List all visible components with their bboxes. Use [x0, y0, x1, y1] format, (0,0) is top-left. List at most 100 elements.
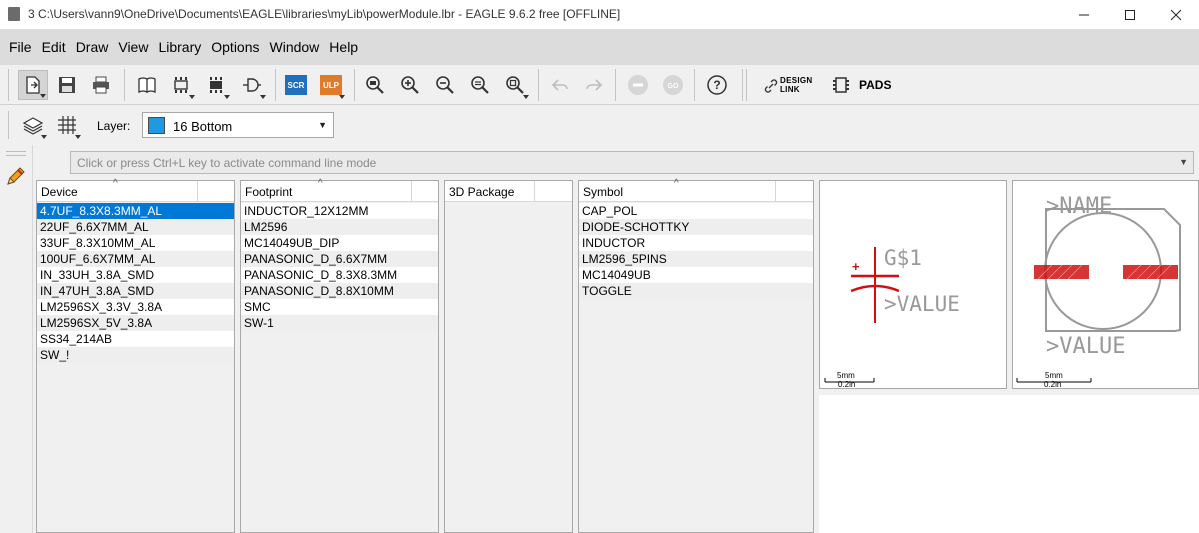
- symbol-button[interactable]: [237, 70, 267, 100]
- list-item[interactable]: LM2596: [241, 219, 438, 235]
- zoom-out-button[interactable]: [430, 70, 460, 100]
- zoom-select-icon: [506, 76, 524, 94]
- list-item[interactable]: PANASONIC_D_6.6X7MM: [241, 251, 438, 267]
- device-list-panel: Device ^ 4.7UF_8.3X8.3MM_AL 22UF_6.6X7MM_…: [36, 178, 235, 533]
- layers-icon: [22, 117, 44, 135]
- stop-button[interactable]: [623, 70, 653, 100]
- list-item[interactable]: 22UF_6.6X7MM_AL: [37, 219, 234, 235]
- list-item[interactable]: INDUCTOR: [579, 235, 813, 251]
- close-button[interactable]: [1153, 0, 1199, 29]
- package-column-header[interactable]: 3D Package: [445, 181, 572, 202]
- menu-options[interactable]: Options: [206, 39, 264, 55]
- list-item[interactable]: LM2596_5PINS: [579, 251, 813, 267]
- maximize-icon: [1125, 9, 1135, 20]
- list-item[interactable]: CAP_POL: [579, 203, 813, 219]
- edit-pencil-button[interactable]: [5, 165, 27, 190]
- layer-select[interactable]: 16 Bottom ▼: [142, 112, 334, 138]
- device-column-header[interactable]: Device ^: [37, 178, 234, 202]
- list-item[interactable]: IN_33UH_3.8A_SMD: [37, 267, 234, 283]
- open-button[interactable]: [18, 70, 48, 100]
- package-button[interactable]: [166, 70, 196, 100]
- zoom-in-button[interactable]: [395, 70, 425, 100]
- link-icon: [764, 79, 778, 93]
- pads-label: PADS: [859, 78, 892, 92]
- symbol-value-label: >VALUE: [884, 292, 960, 316]
- list-item[interactable]: PANASONIC_D_8.8X10MM: [241, 283, 438, 299]
- list-item[interactable]: TOGGLE: [579, 283, 813, 299]
- layer-color-swatch: [148, 117, 165, 134]
- pads-button[interactable]: PADS: [832, 75, 894, 97]
- svg-text:?: ?: [713, 78, 720, 92]
- list-item[interactable]: SMC: [241, 299, 438, 315]
- symbol-column-header[interactable]: Symbol ^: [579, 178, 813, 202]
- list-item[interactable]: 33UF_8.3X10MM_AL: [37, 235, 234, 251]
- design-link-button[interactable]: DESIGN LINK: [762, 75, 824, 97]
- scale-in: 0.2in: [838, 380, 856, 389]
- sort-up-icon: ^: [318, 178, 323, 189]
- layer-settings-button[interactable]: [18, 110, 48, 140]
- app-icon: [8, 7, 20, 21]
- help-button[interactable]: ?: [702, 70, 732, 100]
- zoom-redraw-button[interactable]: [465, 70, 495, 100]
- list-item[interactable]: SS34_214AB: [37, 331, 234, 347]
- footprint-list: INDUCTOR_12X12MM LM2596 MC14049UB_DIP PANAS…: [241, 203, 438, 331]
- footprint-header-label: Footprint: [245, 185, 293, 199]
- symbol-name-label: G$1: [884, 246, 922, 270]
- list-item[interactable]: INDUCTOR_12X12MM: [241, 203, 438, 219]
- layer-toolbar: Layer: 16 Bottom ▼: [0, 105, 1199, 145]
- list-item[interactable]: MC14049UB_DIP: [241, 235, 438, 251]
- open-file-icon: [26, 76, 40, 94]
- grid-button[interactable]: [52, 110, 82, 140]
- menu-help[interactable]: Help: [324, 39, 363, 55]
- redo-button[interactable]: [579, 70, 609, 100]
- design-link-label-2: LINK: [780, 85, 800, 94]
- list-item[interactable]: SW-1: [241, 315, 438, 331]
- print-button[interactable]: [86, 70, 116, 100]
- footprint-value-label: >VALUE: [1046, 334, 1125, 359]
- ulp-button[interactable]: ULP: [316, 70, 346, 100]
- maximize-button[interactable]: [1107, 0, 1153, 29]
- gate-symbol-icon: [243, 78, 261, 92]
- menu-view[interactable]: View: [113, 39, 153, 55]
- list-item[interactable]: 4.7UF_8.3X8.3MM_AL: [37, 203, 234, 219]
- symbol-header-label: Symbol: [583, 185, 624, 199]
- list-item[interactable]: LM2596SX_5V_3.8A: [37, 315, 234, 331]
- menu-draw[interactable]: Draw: [71, 39, 114, 55]
- redo-icon: [586, 79, 603, 91]
- save-button[interactable]: [52, 70, 82, 100]
- list-item[interactable]: PANASONIC_D_8.3X8.3MM: [241, 267, 438, 283]
- go-button[interactable]: GO: [658, 70, 688, 100]
- library-button[interactable]: [132, 70, 162, 100]
- scr-icon: SCR: [285, 75, 307, 95]
- script-button[interactable]: SCR: [281, 70, 311, 100]
- footprint-column-header[interactable]: Footprint ^: [241, 178, 438, 202]
- list-item[interactable]: DIODE-SCHOTTKY: [579, 219, 813, 235]
- minimize-button[interactable]: [1061, 0, 1107, 29]
- layer-selected-value: 16 Bottom: [173, 119, 233, 134]
- menu-edit[interactable]: Edit: [37, 39, 71, 55]
- list-item[interactable]: MC14049UB: [579, 267, 813, 283]
- menu-library[interactable]: Library: [153, 39, 206, 55]
- footprint-icon: [210, 77, 222, 93]
- footprint-button[interactable]: [201, 70, 231, 100]
- cap-pol-symbol-drawing: + G$1 >VALUE: [824, 246, 960, 383]
- package-icon: [174, 77, 188, 93]
- command-line-input[interactable]: Click or press Ctrl+L key to activate co…: [70, 151, 1194, 174]
- zoom-redraw-icon: [471, 76, 489, 94]
- list-item[interactable]: IN_47UH_3.8A_SMD: [37, 283, 234, 299]
- zoom-out-icon: [436, 76, 454, 94]
- undo-button[interactable]: [545, 70, 575, 100]
- print-icon: [93, 76, 109, 94]
- list-item[interactable]: SW_!: [37, 347, 234, 363]
- list-item[interactable]: LM2596SX_3.3V_3.8A: [37, 299, 234, 315]
- zoom-fit-button[interactable]: [360, 70, 390, 100]
- footprint-name-label: >NAME: [1046, 194, 1112, 219]
- zoom-select-button[interactable]: [500, 70, 530, 100]
- list-item[interactable]: 100UF_6.6X7MM_AL: [37, 251, 234, 267]
- chevron-down-icon[interactable]: ▼: [1179, 157, 1188, 167]
- layer-label: Layer:: [97, 119, 131, 133]
- menu-file[interactable]: File: [4, 39, 37, 55]
- symbol-preview: + G$1 >VALUE 5mm 0.2in: [819, 180, 1007, 389]
- menu-window[interactable]: Window: [265, 39, 325, 55]
- scale-in: 0.2in: [1044, 380, 1062, 389]
